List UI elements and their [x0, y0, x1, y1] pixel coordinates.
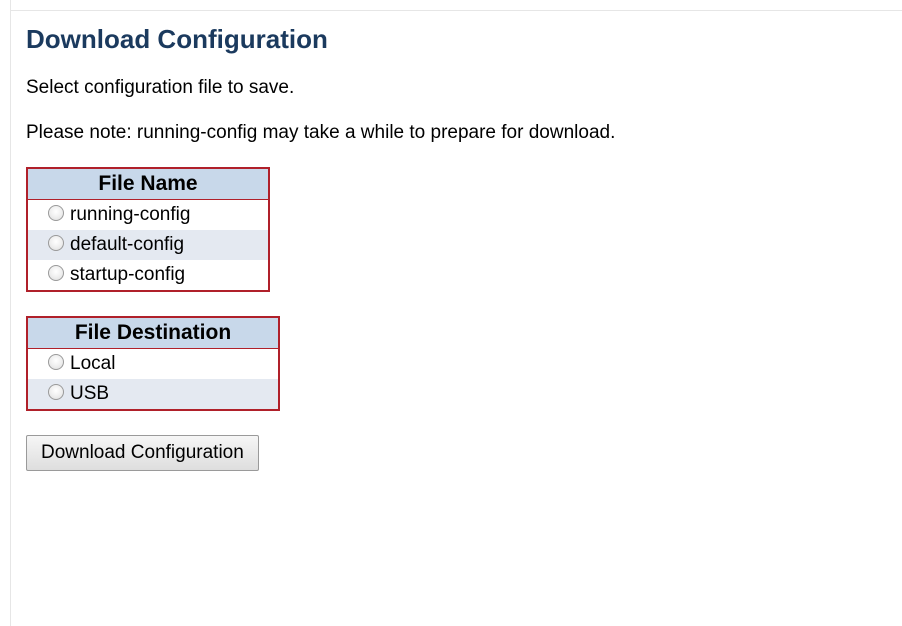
radio-startup-config[interactable]: [48, 264, 64, 281]
file-destination-header: File Destination: [27, 317, 279, 349]
page-title: Download Configuration: [26, 24, 328, 54]
file-option-row[interactable]: startup-config: [27, 260, 269, 291]
instruction-text: Select configuration file to save.: [26, 77, 295, 98]
top-frame-border: [0, 0, 902, 11]
radio-running-config[interactable]: [48, 204, 64, 221]
download-config-panel: Download Configuration Select configurat…: [26, 22, 886, 471]
file-name-header: File Name: [27, 168, 269, 200]
file-option-label: startup-config: [70, 263, 186, 285]
destination-option-local[interactable]: Local: [27, 348, 279, 379]
file-option-row[interactable]: default-config: [27, 230, 269, 260]
radio-default-config[interactable]: [48, 234, 64, 251]
destination-option-row[interactable]: Local: [27, 348, 279, 379]
note-text: Please note: running-config may take a w…: [26, 122, 616, 143]
destination-option-usb[interactable]: USB: [27, 379, 279, 410]
radio-local[interactable]: [48, 353, 64, 370]
file-option-running-config[interactable]: running-config: [27, 199, 269, 230]
file-option-label: running-config: [70, 203, 191, 225]
file-destination-table: File Destination Local USB: [26, 316, 280, 411]
destination-option-row[interactable]: USB: [27, 379, 279, 410]
radio-usb[interactable]: [48, 383, 64, 400]
file-option-row[interactable]: running-config: [27, 199, 269, 230]
file-option-default-config[interactable]: default-config: [27, 230, 269, 260]
left-frame-border: [0, 0, 11, 626]
file-name-table: File Name running-config default-config …: [26, 167, 270, 292]
file-option-startup-config[interactable]: startup-config: [27, 260, 269, 291]
file-option-label: default-config: [70, 233, 185, 255]
destination-option-label: Local: [70, 352, 116, 374]
destination-option-label: USB: [70, 382, 110, 404]
download-configuration-button[interactable]: Download Configuration: [26, 435, 259, 471]
